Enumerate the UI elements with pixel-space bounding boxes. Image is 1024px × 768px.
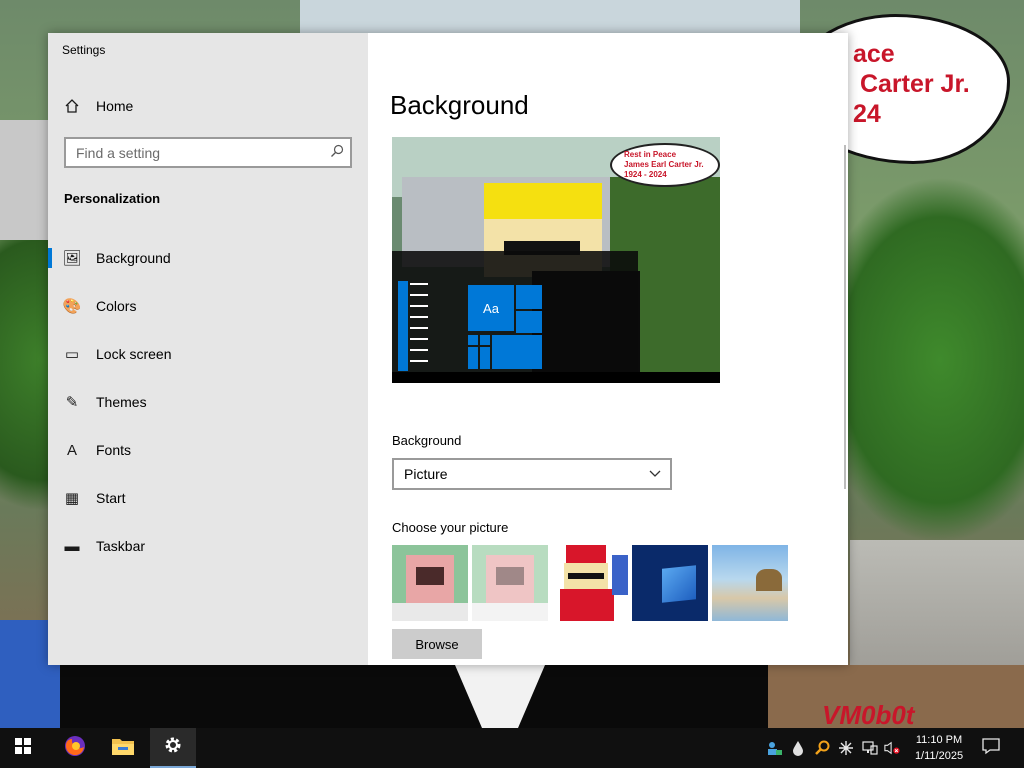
sidebar-item-themes[interactable]: ✎ Themes — [48, 382, 368, 422]
firefox-icon — [63, 734, 87, 763]
background-dropdown-value: Picture — [404, 466, 448, 482]
water-drop-icon[interactable] — [790, 740, 806, 756]
notification-icon — [982, 737, 1000, 760]
sidebar-item-fonts[interactable]: A Fonts — [48, 430, 368, 470]
sidebar-item-label: Taskbar — [96, 538, 146, 554]
fonts-icon: A — [66, 441, 77, 459]
search-tray-icon[interactable] — [814, 740, 830, 756]
taskbar-settings[interactable] — [150, 728, 196, 768]
picture-thumbnail-4[interactable] — [632, 545, 708, 621]
section-title: Personalization — [64, 191, 161, 206]
wallpaper-building — [0, 120, 48, 240]
background-preview: Rest in Peace James Earl Carter Jr. 1924… — [392, 137, 720, 383]
volume-muted-icon[interactable] — [884, 740, 900, 756]
clock-time: 11:10 PM — [915, 734, 963, 746]
content-pane: Background Rest in Peace James Earl Cart… — [368, 33, 848, 665]
sidebar-item-taskbar[interactable]: ▬ Taskbar — [48, 526, 368, 566]
sparkle-icon[interactable] — [838, 740, 854, 756]
sidebar-item-label: Fonts — [96, 442, 132, 458]
wallpaper-figure — [60, 665, 768, 728]
folder-icon — [112, 737, 134, 760]
home-icon — [48, 98, 96, 114]
clock-date: 1/11/2025 — [914, 750, 964, 762]
themes-icon: ✎ — [65, 394, 79, 411]
sidebar: Settings Home Personalization 🖼 Backgroun… — [48, 33, 368, 665]
taskbar: 11:10 PM 1/11/2025 — [0, 728, 1024, 768]
sidebar-item-colors[interactable]: 🎨 Colors — [48, 286, 368, 326]
choose-picture-label: Choose your picture — [392, 520, 509, 535]
wallpaper-watermark: VM0b0t — [822, 700, 915, 728]
picture-thumbnail-3[interactable] — [552, 545, 628, 621]
taskbar-clock[interactable]: 11:10 PM 1/11/2025 — [904, 732, 974, 764]
action-center-button[interactable] — [970, 728, 1012, 768]
sidebar-item-background[interactable]: 🖼 Background — [48, 238, 368, 278]
chevron-down-icon — [648, 466, 662, 483]
picture-icon: 🖼 — [62, 250, 82, 267]
network-icon[interactable] — [862, 740, 878, 756]
picture-thumbnail-1[interactable] — [392, 545, 468, 621]
search-box[interactable] — [64, 137, 352, 168]
sidebar-item-start[interactable]: ▦ Start — [48, 478, 368, 518]
start-button[interactable] — [0, 728, 46, 768]
palette-icon: 🎨 — [62, 298, 82, 315]
lock-screen-icon: ▭ — [64, 346, 80, 363]
windows-logo-icon — [15, 737, 31, 759]
sidebar-item-label: Lock screen — [96, 346, 172, 362]
sidebar-item-label: Colors — [96, 298, 137, 314]
picture-thumbnail-2[interactable] — [472, 545, 548, 621]
sidebar-item-lock-screen[interactable]: ▭ Lock screen — [48, 334, 368, 374]
page-title: Background — [390, 90, 529, 120]
taskbar-file-explorer[interactable] — [100, 728, 146, 768]
gear-icon — [163, 735, 183, 760]
search-input[interactable] — [66, 144, 316, 161]
preview-speech-bubble: Rest in Peace James Earl Carter Jr. 1924… — [610, 143, 720, 187]
sidebar-item-home[interactable]: Home — [48, 91, 368, 121]
wallpaper-bubble-text: ace Carter Jr. 24 — [853, 40, 970, 128]
sidebar-item-label: Background — [96, 250, 171, 266]
background-dropdown[interactable]: Picture — [392, 458, 672, 490]
preview-tile-aa: Aa — [468, 285, 514, 331]
preview-bubble-text: Rest in Peace James Earl Carter Jr. 1924… — [624, 150, 704, 179]
content-scrollbar[interactable] — [844, 145, 846, 489]
wallpaper-path — [850, 540, 1024, 680]
search-icon — [330, 144, 344, 161]
network-users-icon[interactable] — [766, 740, 782, 756]
background-label: Background — [392, 433, 462, 448]
window-title: Settings — [62, 43, 106, 57]
taskbar-icon: ▬ — [64, 537, 80, 555]
sidebar-item-label: Start — [96, 490, 126, 506]
start-icon: ▦ — [64, 490, 80, 507]
picture-thumbnail-5[interactable] — [712, 545, 788, 621]
sidebar-item-label: Themes — [96, 394, 147, 410]
browse-button[interactable]: Browse — [392, 629, 482, 659]
taskbar-firefox[interactable] — [52, 728, 98, 768]
settings-window: Settings Home Personalization 🖼 Backgroun… — [48, 33, 848, 665]
sidebar-item-label: Home — [96, 98, 134, 114]
